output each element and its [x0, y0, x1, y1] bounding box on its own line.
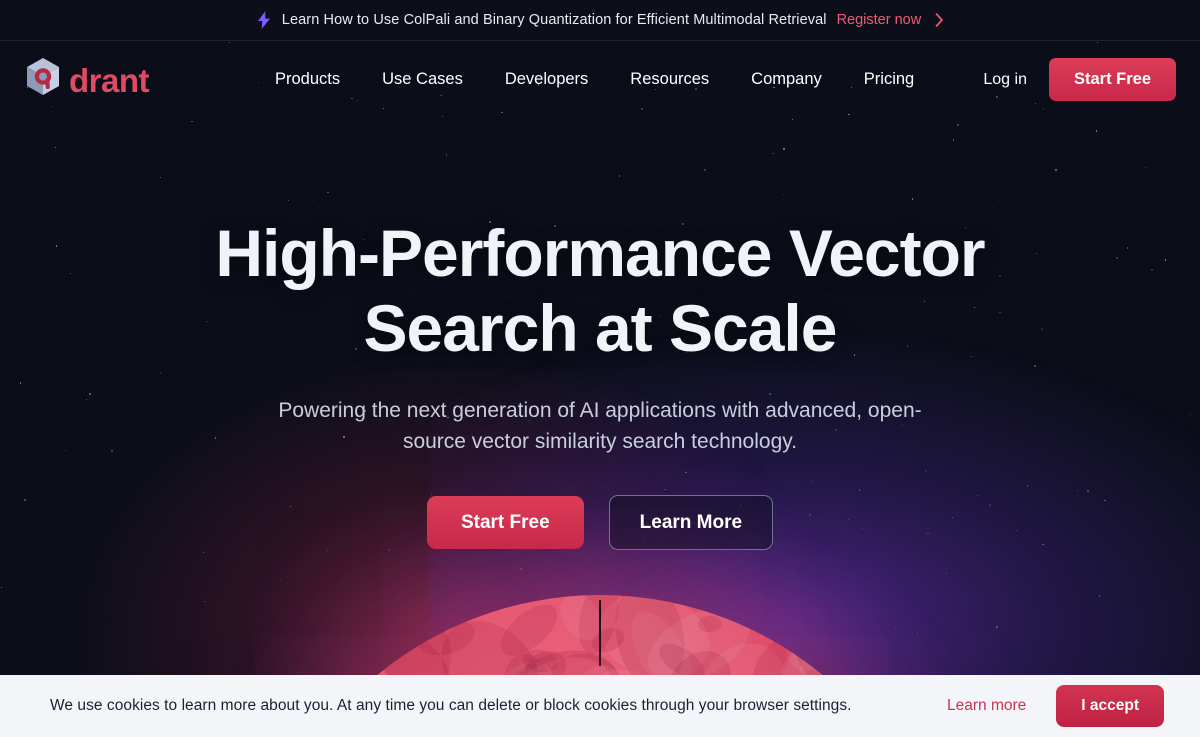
header-actions: Log in Start Free: [983, 58, 1176, 101]
hero-cta-group: Start Free Learn More: [0, 495, 1200, 551]
announcement-bar[interactable]: Learn How to Use ColPali and Binary Quan…: [0, 0, 1200, 41]
cookie-message: We use cookies to learn more about you. …: [50, 697, 852, 714]
announcement-text: Learn How to Use ColPali and Binary Quan…: [281, 12, 827, 28]
hero-start-free-button[interactable]: Start Free: [426, 496, 584, 550]
header-start-free-button[interactable]: Start Free: [1048, 58, 1176, 101]
login-link[interactable]: Log in: [983, 71, 1027, 89]
nav-item-resources[interactable]: Resources: [609, 70, 730, 89]
announcement-register-link[interactable]: Register now: [837, 12, 922, 28]
page-title: High-Performance Vector Search at Scale: [190, 216, 1010, 365]
site-header: drant Products Use Cases Developers Reso…: [0, 41, 1200, 118]
logo-wordmark: drant: [69, 62, 150, 99]
nav-item-products[interactable]: Products: [254, 70, 361, 89]
lightning-bolt-icon: [256, 10, 272, 30]
nav-item-company[interactable]: Company: [730, 70, 843, 89]
nav-item-use-cases[interactable]: Use Cases: [361, 70, 484, 89]
hero-title-line-2: Search at Scale: [363, 290, 838, 365]
cookie-learn-more-link[interactable]: Learn more: [947, 697, 1026, 715]
hero-subtitle: Powering the next generation of AI appli…: [278, 399, 922, 453]
hero-content: High-Performance Vector Search at Scale …: [0, 118, 1200, 551]
chevron-right-icon[interactable]: [935, 13, 944, 27]
qdrant-logo[interactable]: drant: [24, 56, 150, 103]
nav-item-pricing[interactable]: Pricing: [843, 70, 935, 89]
qdrant-cube-icon: [24, 56, 62, 103]
nav-item-developers[interactable]: Developers: [484, 70, 609, 89]
cookie-accept-button[interactable]: I accept: [1056, 685, 1164, 727]
hero-learn-more-button[interactable]: Learn More: [608, 495, 774, 551]
planet-antenna: [599, 600, 601, 666]
main-navigation: Products Use Cases Developers Resources …: [254, 70, 935, 89]
hero-title-line-1: High-Performance Vector: [215, 216, 985, 290]
cookie-consent-banner: We use cookies to learn more about you. …: [0, 675, 1200, 737]
